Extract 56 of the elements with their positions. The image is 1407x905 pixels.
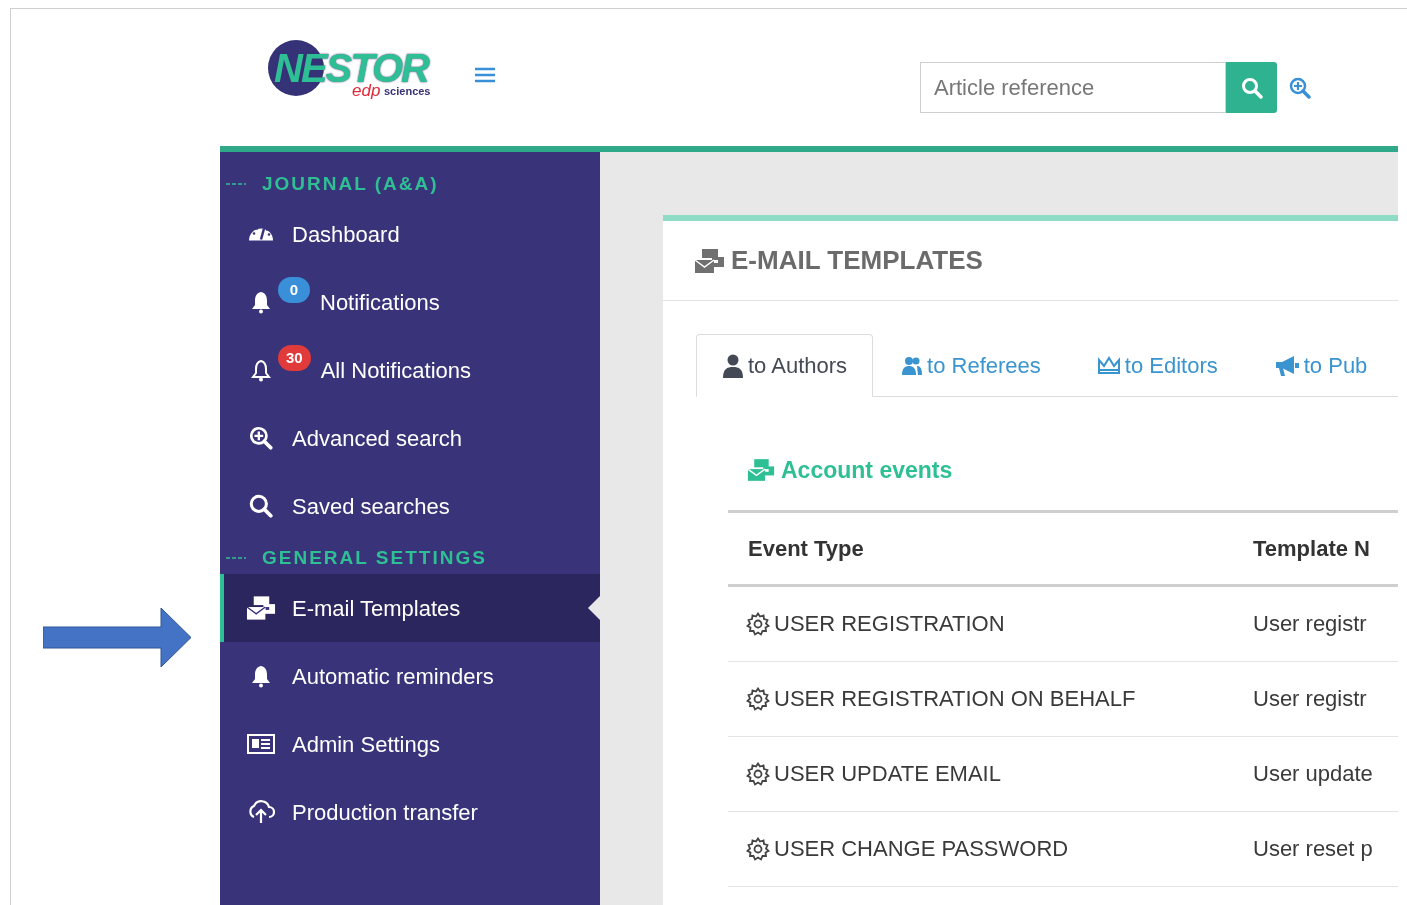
sidebar-item-label: All Notifications bbox=[320, 356, 472, 385]
sidebar-item[interactable]: Dashboard bbox=[220, 200, 600, 268]
dash-icon bbox=[226, 557, 246, 559]
column-header: Event Type bbox=[747, 534, 865, 563]
menu-icon[interactable] bbox=[474, 66, 496, 84]
notification-count: 0 bbox=[278, 277, 310, 303]
dashboard-gauge-icon bbox=[246, 227, 276, 241]
dash-icon bbox=[226, 183, 246, 185]
megaphone-icon bbox=[1273, 354, 1300, 377]
search-button[interactable] bbox=[1226, 62, 1277, 113]
id-card-icon bbox=[246, 733, 276, 755]
section-title: Account events bbox=[781, 456, 953, 485]
gear-icon bbox=[746, 836, 770, 861]
table-cell-text: USER REGISTRATION bbox=[774, 610, 1005, 638]
envelope-stack-icon bbox=[694, 247, 725, 274]
search-icon bbox=[1239, 75, 1264, 100]
sidebar-item[interactable]: 0 Notifications bbox=[220, 268, 600, 336]
card-title: E-MAIL TEMPLATES bbox=[731, 244, 983, 277]
sidebar-item[interactable]: E-mail Templates bbox=[220, 574, 600, 642]
column-header: Template N bbox=[1253, 534, 1370, 563]
envelope-stack-icon bbox=[246, 595, 276, 621]
gear-icon bbox=[746, 686, 770, 711]
envelope-stack-icon bbox=[747, 458, 775, 483]
sidebar-item-label: Dashboard bbox=[292, 220, 400, 249]
sidebar-item[interactable]: Automatic reminders bbox=[220, 642, 600, 710]
sidebar-section-title: JOURNAL (A&A) bbox=[262, 171, 439, 196]
sidebar-item-label: Advanced search bbox=[292, 424, 462, 453]
zoom-in-icon[interactable] bbox=[1288, 76, 1312, 100]
sidebar-item-label: Admin Settings bbox=[292, 730, 440, 759]
sidebar-section-title: GENERAL SETTINGS bbox=[262, 545, 487, 570]
sidebar-item-label: Notifications bbox=[320, 288, 440, 317]
table-cell-text: USER UPDATE EMAIL bbox=[774, 760, 1001, 788]
gear-icon bbox=[746, 611, 770, 636]
cloud-upload-icon bbox=[246, 800, 276, 824]
people-icon bbox=[901, 355, 924, 376]
table-cell-text: User registr bbox=[1253, 685, 1367, 713]
sidebar-item[interactable]: Production transfer bbox=[220, 778, 600, 846]
table-cell-text: USER CHANGE PASSWORD bbox=[774, 835, 1069, 863]
sidebar-item[interactable]: Admin Settings bbox=[220, 710, 600, 778]
notification-count: 30 bbox=[278, 345, 311, 371]
gear-icon bbox=[746, 761, 770, 786]
tab[interactable]: to Authors bbox=[696, 334, 874, 397]
sidebar-item[interactable]: Advanced search bbox=[220, 404, 600, 472]
sidebar-item-label: Saved searches bbox=[292, 492, 450, 521]
search-field[interactable]: Article reference bbox=[920, 62, 1226, 113]
person-icon bbox=[722, 353, 744, 378]
sidebar-item-label: Production transfer bbox=[292, 798, 478, 827]
crown-icon bbox=[1096, 355, 1121, 376]
table-cell-text: User registr bbox=[1253, 610, 1367, 638]
sidebar-item-label: E-mail Templates bbox=[292, 594, 461, 623]
sidebar-item[interactable]: Saved searches bbox=[220, 472, 600, 540]
sidebar-item-label: Automatic reminders bbox=[292, 662, 494, 691]
table-cell-text: USER REGISTRATION ON BEHALF bbox=[774, 685, 1136, 713]
table-cell-text: User update bbox=[1253, 760, 1373, 788]
sidebar-item[interactable]: 30 All Notifications bbox=[220, 336, 600, 404]
table-cell-text: User reset p bbox=[1253, 835, 1373, 863]
